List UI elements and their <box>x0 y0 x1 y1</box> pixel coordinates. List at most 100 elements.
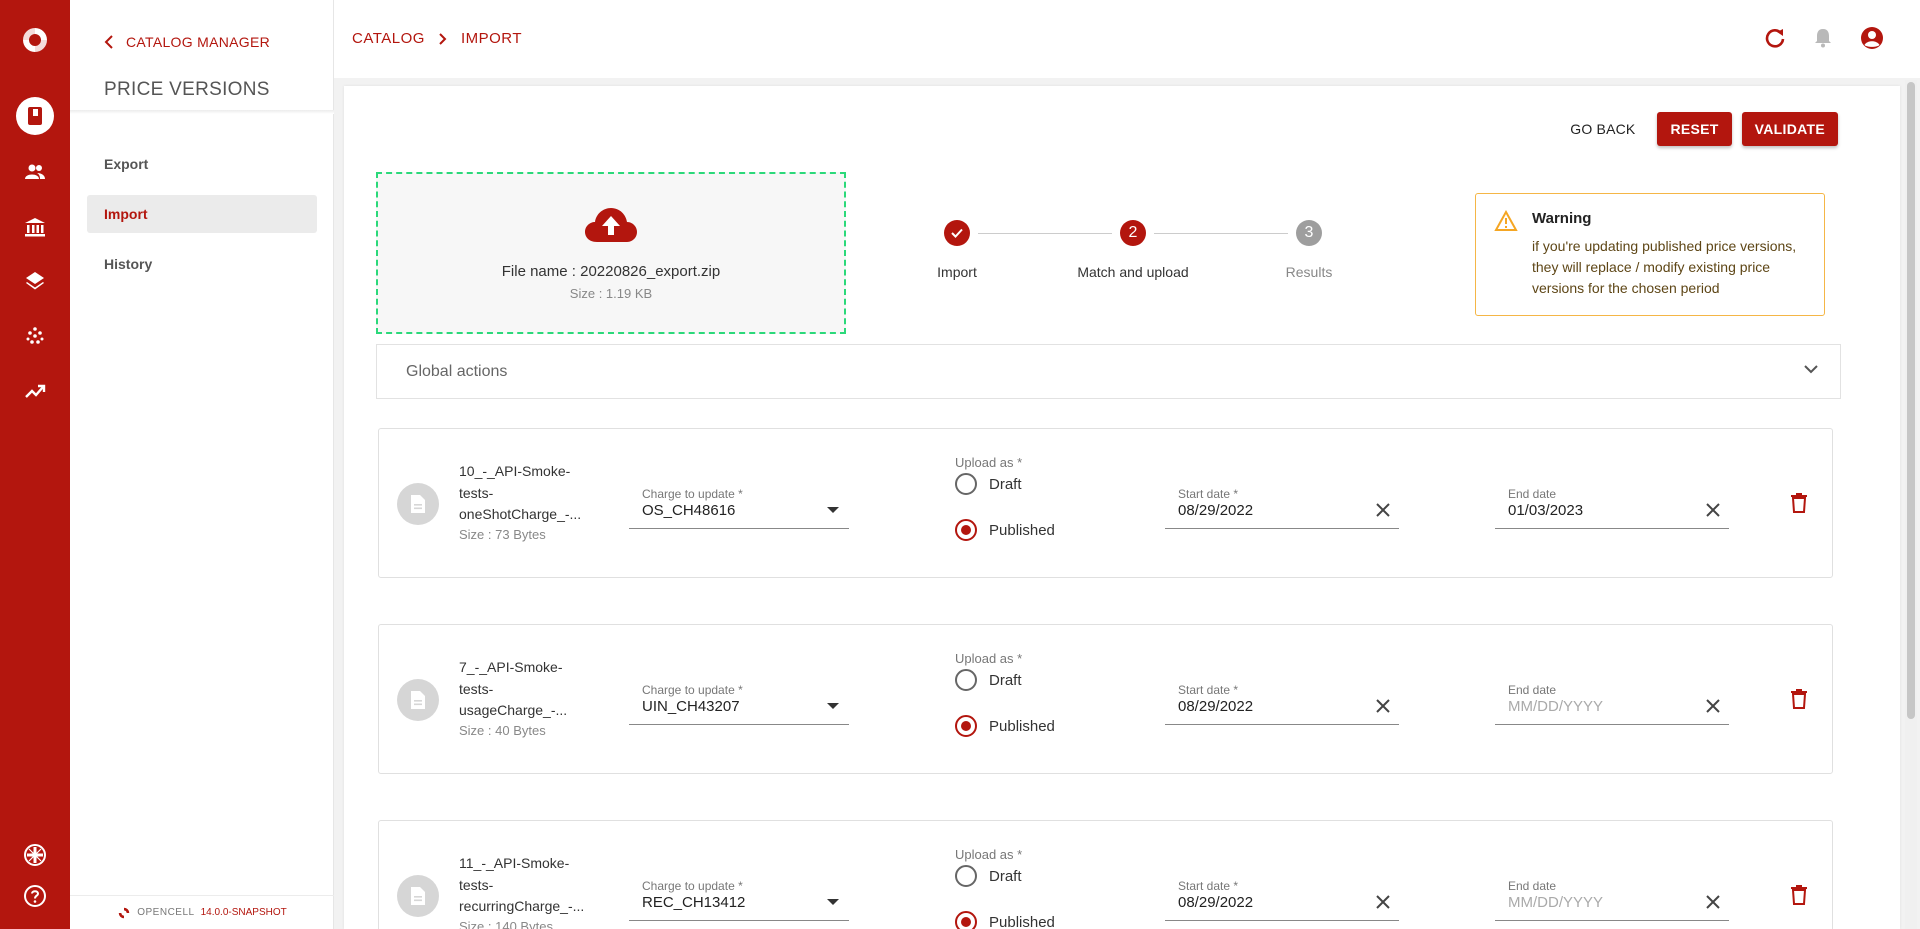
start-date-field[interactable]: Start date * 08/29/2022 <box>1165 487 1399 529</box>
warning-title: Warning <box>1532 210 1592 227</box>
people-icon[interactable] <box>22 159 48 185</box>
back-to-catalog-manager-link[interactable]: CATALOG MANAGER <box>104 34 270 50</box>
document-icon <box>397 483 439 525</box>
file-dropzone[interactable]: File name : 20220826_export.zip Size : 1… <box>376 172 846 334</box>
file-size: Size : 40 Bytes <box>459 723 546 738</box>
page-scrollbar[interactable] <box>1905 80 1917 929</box>
product-name: OPENCELL <box>137 907 195 918</box>
uploaded-file-size: Size : 1.19 KB <box>569 286 653 301</box>
delete-icon[interactable] <box>1790 689 1808 709</box>
step-label-results: Results <box>1285 264 1333 280</box>
warning-box: Warning if you're updating published pri… <box>1475 193 1825 316</box>
scrollbar-thumb[interactable] <box>1907 82 1915 719</box>
account-icon[interactable] <box>1860 26 1884 50</box>
document-icon <box>397 679 439 721</box>
step-label-import: Import <box>937 264 977 280</box>
reset-button[interactable]: RESET <box>1657 112 1732 146</box>
import-stepper: 2 3 Import Match and upload Results <box>937 220 1384 300</box>
upload-as-group: Upload as * Draft Published <box>955 651 1055 737</box>
help-icon[interactable] <box>22 883 48 909</box>
charge-select[interactable]: Charge to update * REC_CH13412 <box>629 879 849 921</box>
opencell-logo-icon[interactable] <box>19 24 51 56</box>
clear-icon[interactable] <box>1705 698 1721 714</box>
file-name: 7_-_API-Smoke- tests- usageCharge_-... <box>459 659 568 718</box>
clear-icon[interactable] <box>1705 502 1721 518</box>
delete-icon[interactable] <box>1790 493 1808 513</box>
warning-text: if you're updating published price versi… <box>1532 238 1797 296</box>
sidebar-item-export[interactable]: Export <box>87 145 317 183</box>
delete-icon[interactable] <box>1790 885 1808 905</box>
caret-down-icon <box>827 899 839 905</box>
top-bar: CATALOG IMPORT <box>334 0 1920 78</box>
back-link-label: CATALOG MANAGER <box>126 34 271 50</box>
step-3-indicator: 3 <box>1296 220 1322 246</box>
published-radio[interactable]: Published <box>955 519 1055 541</box>
published-radio[interactable]: Published <box>955 911 1055 929</box>
chevron-left-icon <box>104 35 113 49</box>
validate-button[interactable]: VALIDATE <box>1741 112 1838 146</box>
upload-as-label: Upload as * <box>955 651 1023 666</box>
chevron-down-icon[interactable] <box>1804 364 1818 374</box>
file-name: 10_-_API-Smoke- tests- oneShotCharge_-..… <box>459 463 582 522</box>
clear-icon[interactable] <box>1375 894 1391 910</box>
step-label-match-and-upload: Match and upload <box>1077 264 1189 280</box>
sidebar-nav: Export Import History <box>87 145 317 295</box>
upload-as-label: Upload as * <box>955 455 1023 470</box>
refresh-icon[interactable] <box>1764 27 1786 49</box>
charge-select[interactable]: Charge to update * OS_CH48616 <box>629 487 849 529</box>
charge-select[interactable]: Charge to update * UIN_CH43207 <box>629 683 849 725</box>
language-flag-icon[interactable] <box>22 842 48 868</box>
file-card: 7_-_API-Smoke- tests- usageCharge_-... S… <box>378 624 1833 774</box>
opencell-small-logo-icon <box>118 907 130 918</box>
draft-radio[interactable]: Draft <box>955 669 1022 691</box>
draft-radio[interactable]: Draft <box>955 865 1022 887</box>
action-bar: GO BACK RESET VALIDATE <box>1558 112 1838 146</box>
breadcrumb-import: IMPORT <box>460 30 523 47</box>
trending-up-icon[interactable] <box>22 378 48 404</box>
breadcrumb-catalog[interactable]: CATALOG <box>352 30 425 47</box>
caret-down-icon <box>827 703 839 709</box>
draft-radio[interactable]: Draft <box>955 473 1022 495</box>
bell-icon[interactable] <box>1812 27 1834 49</box>
sidebar-title: PRICE VERSIONS <box>104 79 270 100</box>
dots-grid-icon[interactable] <box>22 323 48 349</box>
layers-icon[interactable] <box>22 268 48 294</box>
file-size: Size : 140 Bytes <box>459 919 553 929</box>
uploaded-file-name: File name : 20220826_export.zip <box>501 263 721 280</box>
end-date-field[interactable]: End date 01/03/2023 <box>1495 487 1729 529</box>
start-date-field[interactable]: Start date * 08/29/2022 <box>1165 683 1399 725</box>
file-card: 11_-_API-Smoke- tests- recurringCharge_-… <box>378 820 1833 929</box>
clear-icon[interactable] <box>1375 698 1391 714</box>
clear-icon[interactable] <box>1375 502 1391 518</box>
app: CATALOG MANAGER PRICE VERSIONS Export Im… <box>0 0 1920 929</box>
file-card: 10_-_API-Smoke- tests- oneShotCharge_-..… <box>378 428 1833 578</box>
file-size: Size : 73 Bytes <box>459 527 546 542</box>
global-actions-label: Global actions <box>406 363 508 380</box>
warning-icon <box>1494 210 1518 231</box>
bank-icon[interactable] <box>22 214 48 240</box>
step-import-check-icon <box>944 220 970 246</box>
version-footer: OPENCELL 14.0.0-SNAPSHOT <box>70 895 334 929</box>
catalog-book-icon[interactable] <box>16 97 54 135</box>
secondary-sidebar: CATALOG MANAGER PRICE VERSIONS Export Im… <box>70 0 334 929</box>
end-date-field[interactable]: End date MM/DD/YYYY <box>1495 683 1729 725</box>
sidebar-item-import[interactable]: Import <box>87 195 317 233</box>
start-date-field[interactable]: Start date * 08/29/2022 <box>1165 879 1399 921</box>
sidebar-item-history[interactable]: History <box>87 245 317 283</box>
cloud-upload-icon <box>585 208 637 242</box>
published-radio[interactable]: Published <box>955 715 1055 737</box>
go-back-button[interactable]: GO BACK <box>1558 121 1647 137</box>
document-icon <box>397 875 439 917</box>
icon-rail <box>0 0 70 929</box>
upload-as-group: Upload as * Draft Published <box>955 847 1055 929</box>
sidebar-divider <box>70 110 334 114</box>
breadcrumb: CATALOG IMPORT <box>352 30 522 47</box>
step-connector <box>1154 233 1288 234</box>
clear-icon[interactable] <box>1705 894 1721 910</box>
file-name: 11_-_API-Smoke- tests- recurringCharge_-… <box>459 855 585 914</box>
caret-down-icon <box>827 507 839 513</box>
chevron-right-icon <box>439 32 447 45</box>
upload-as-label: Upload as * <box>955 847 1023 862</box>
end-date-field[interactable]: End date MM/DD/YYYY <box>1495 879 1729 921</box>
global-actions-panel[interactable]: Global actions <box>376 344 1841 399</box>
